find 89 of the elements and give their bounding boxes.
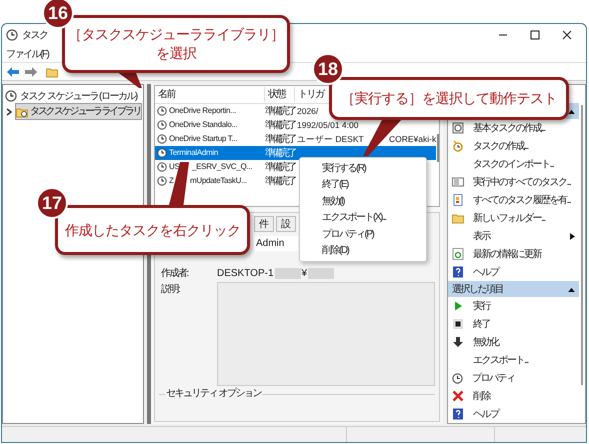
- folder-icon: [16, 106, 28, 118]
- tree-item[interactable]: タスク スケジューラ ライブラリ: [15, 103, 142, 120]
- action-item[interactable]: エクスポート...: [448, 351, 579, 369]
- action-item[interactable]: プロパティ: [448, 369, 579, 387]
- refresh-icon: [452, 248, 464, 260]
- table-row[interactable]: OneDrive Startup T... 準備完了 ユーザー DESKT CORE¥aki-k: [155, 132, 436, 146]
- help-icon: [452, 408, 464, 420]
- collapse-icon[interactable]: [568, 108, 575, 114]
- play-icon: [452, 300, 464, 312]
- table-cell: mUpdateTaskU...: [190, 175, 247, 187]
- table-cell: _ESRV_SVC_Q...: [192, 161, 252, 173]
- help-icon: [452, 266, 464, 278]
- menu-item[interactable]: ファイル(F): [6, 46, 48, 62]
- table-cell: US: [169, 161, 181, 173]
- down-arrow-icon: [452, 336, 464, 348]
- column-header[interactable]: 名前: [155, 87, 265, 102]
- tab[interactable]: 件: [254, 216, 274, 232]
- folder-icon: [452, 212, 464, 224]
- action-item[interactable]: 削除: [448, 387, 579, 405]
- menu-item[interactable]: 無効(I): [300, 193, 426, 210]
- table-cell: OneDrive Standalo...: [169, 119, 238, 131]
- field-label: 作成者:: [160, 266, 190, 281]
- chevron-icon[interactable]: [5, 108, 13, 116]
- table-cell: OneDrive Reportin...: [169, 105, 236, 117]
- table-cell-text: Z: [169, 175, 175, 187]
- window-title: タスク: [22, 28, 48, 42]
- forward-arrow-icon[interactable]: [24, 66, 38, 78]
- table-cell-text: 準備完了: [265, 174, 295, 188]
- blurred-text: [274, 268, 300, 279]
- action-item[interactable]: 終了: [448, 315, 579, 333]
- menu-item[interactable]: 実行する(R): [300, 160, 426, 176]
- menu-item[interactable]: プロパティ(P): [300, 226, 426, 242]
- table-cell-text: 準備完了: [265, 118, 295, 132]
- table-cell-text: 準備完了: [265, 132, 295, 146]
- submenu-arrow-icon: [570, 232, 575, 240]
- section-title: 選択した項目: [452, 282, 503, 296]
- table-cell-text: 準備完了: [265, 160, 295, 174]
- table-row[interactable]: OneDrive Standalo... 準備完了 1992/05/01 4:00: [155, 118, 436, 132]
- action-item[interactable]: 実行中のすべてのタスク...: [448, 173, 579, 191]
- table-cell: 2026/: [297, 104, 318, 118]
- maximize-icon[interactable]: [530, 30, 540, 40]
- callout-text: 作成したタスクを右クリック: [64, 220, 240, 240]
- group-label: セキュリティ オプション: [165, 388, 262, 400]
- close-icon[interactable]: [562, 30, 572, 40]
- action-item[interactable]: タスクのインポート...: [448, 155, 579, 173]
- blurred-text: [308, 268, 334, 279]
- action-item[interactable]: 表示: [448, 227, 579, 245]
- field-value: ¥: [302, 267, 308, 281]
- callout-text: ［実行する］を選択して動作テスト: [341, 89, 557, 108]
- scrollbar-thumb[interactable]: [581, 105, 583, 385]
- action-item[interactable]: 実行: [448, 297, 579, 315]
- table-cell: CORE¥aki-k: [389, 132, 436, 146]
- folder-icon[interactable]: [46, 66, 58, 78]
- menu-item[interactable]: 終了(E): [300, 176, 426, 193]
- scrollbar-thumb[interactable]: [436, 134, 439, 162]
- action-item[interactable]: 基本タスクの作成...: [448, 119, 579, 137]
- app-icon: [6, 29, 18, 41]
- action-item[interactable]: すべてのタスク履歴を有...: [448, 191, 579, 209]
- callout-text: を選択: [156, 44, 196, 63]
- action-item[interactable]: ヘルプ: [448, 263, 579, 281]
- action-item[interactable]: ヘルプ: [448, 405, 579, 423]
- field-value: Admin: [254, 236, 298, 251]
- stop-icon: [452, 318, 464, 330]
- back-arrow-icon[interactable]: [6, 66, 20, 78]
- table-cell: OneDrive Startup T...: [169, 133, 238, 145]
- table-cell: TerminalAdmin: [169, 147, 218, 159]
- description-field[interactable]: [217, 282, 435, 386]
- section-header[interactable]: 選択した項目: [448, 281, 579, 297]
- menu-item[interactable]: 削除(D): [300, 242, 426, 259]
- task-list-icon: [452, 176, 464, 188]
- table-cell-text: 準備完了: [265, 146, 295, 160]
- field-label: 説明:: [160, 282, 181, 297]
- table-cell: ユーザー DESKT: [297, 132, 365, 146]
- action-item[interactable]: タスクの作成...: [448, 137, 579, 155]
- action-item[interactable]: 新しいフォルダー...: [448, 209, 579, 227]
- action-item[interactable]: 無効化: [448, 333, 579, 351]
- tab[interactable]: 設: [276, 216, 296, 232]
- action-item[interactable]: 最新の情報に更新: [448, 245, 579, 263]
- field-value: DESKTOP-1: [217, 267, 274, 281]
- collapse-icon[interactable]: [568, 286, 575, 292]
- column-header[interactable]: 状態: [265, 87, 295, 102]
- table-cell: 1992/05/01 4:00: [297, 118, 358, 132]
- document-icon: [452, 194, 464, 206]
- delete-icon: [452, 390, 464, 402]
- menu-item[interactable]: エクスポート(X)...: [300, 210, 426, 226]
- table-cell-text: 準備完了: [265, 104, 295, 118]
- column-header[interactable]: トリガ: [295, 87, 327, 102]
- tree-item[interactable]: タスク スケジューラ (ローカル): [5, 89, 143, 103]
- step-number: 16: [42, 0, 74, 29]
